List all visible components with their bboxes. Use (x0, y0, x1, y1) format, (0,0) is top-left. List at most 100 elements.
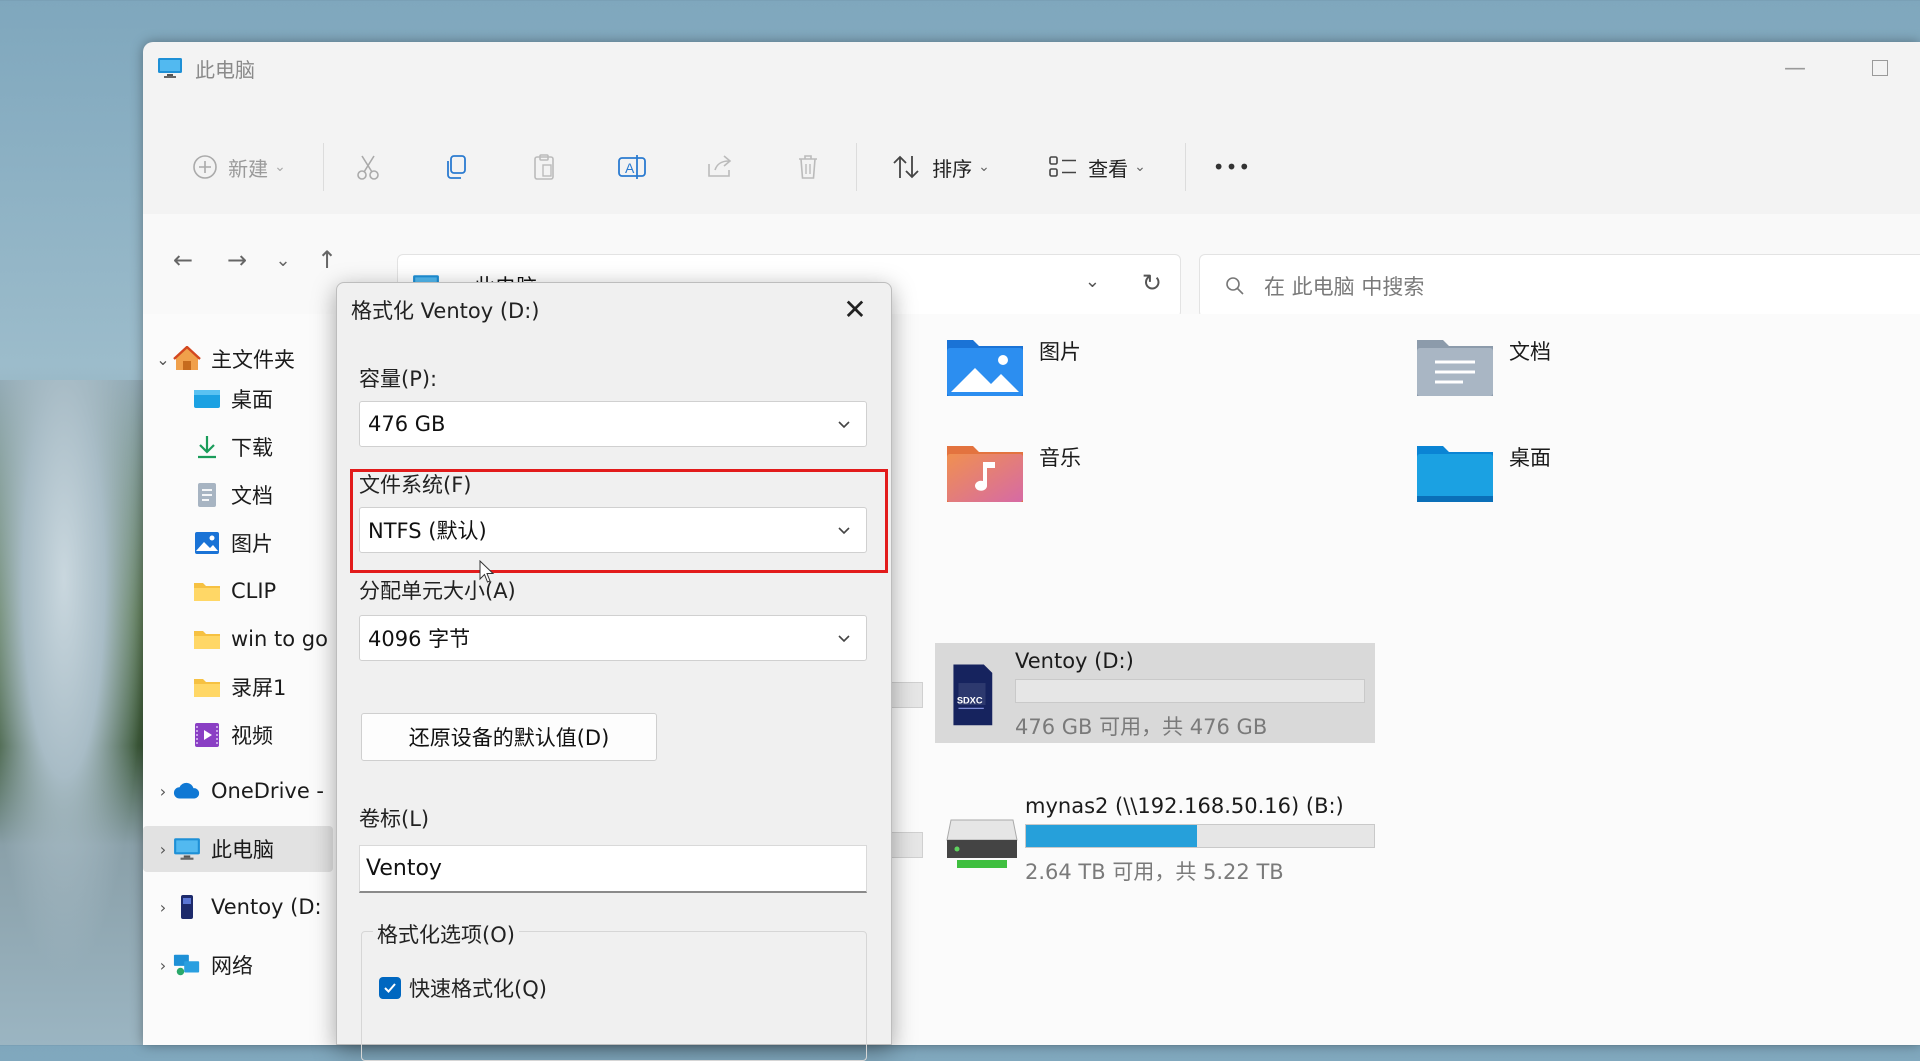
music-folder-icon (947, 446, 1023, 502)
sidebar-item-desktop[interactable]: 桌面 (173, 376, 273, 422)
volume-label-label: 卷标(L) (359, 807, 430, 831)
chevron-right-icon: › (159, 781, 167, 801)
drive-name: mynas2 (\\192.168.50.16) (B:) (1025, 794, 1344, 818)
scissors-icon (357, 155, 379, 180)
sidebar-item-pictures[interactable]: 图片 (173, 520, 273, 566)
allocation-value: 4096 字节 (368, 627, 471, 651)
sidebar-item-label: 录屏1 (231, 676, 287, 700)
arrow-right-icon: → (226, 246, 248, 274)
title-bar: 此电脑 (143, 42, 1920, 94)
computer-icon (173, 835, 201, 863)
chevron-down-icon: ⌄ (156, 349, 170, 369)
minimize-button[interactable]: — (1760, 42, 1830, 94)
video-icon (193, 721, 221, 749)
copy-button[interactable] (436, 139, 476, 195)
arrow-up-icon: ↑ (316, 246, 338, 274)
add-circle-icon (193, 155, 217, 179)
capacity-value: 476 GB (368, 412, 446, 436)
recent-locations-button[interactable]: ⌄ (263, 240, 303, 280)
hidden-drive-bar (891, 682, 923, 708)
search-box[interactable]: 在 此电脑 中搜索 (1199, 254, 1920, 318)
forward-button[interactable]: → (217, 240, 257, 280)
filesystem-highlight-box (350, 469, 888, 573)
drive-usage-bar (1025, 824, 1375, 848)
sidebar-item-recording1[interactable]: 录屏1 (173, 664, 286, 710)
share-button[interactable] (700, 139, 740, 195)
folder-pictures[interactable]: 图片 (945, 334, 1081, 398)
capacity-select[interactable]: 476 GB (359, 401, 867, 447)
volume-label-input[interactable] (359, 845, 867, 893)
back-button[interactable]: ← (163, 240, 203, 280)
folder-label: 图片 (1039, 340, 1081, 364)
folder-desktop[interactable]: 桌面 (1415, 440, 1551, 504)
chevron-down-icon: ⌄ (274, 159, 286, 175)
maximize-icon (1872, 60, 1888, 76)
more-options-button[interactable]: ••• (1210, 139, 1254, 195)
folder-documents[interactable]: 文档 (1415, 334, 1551, 398)
refresh-icon[interactable]: ↻ (1142, 269, 1162, 297)
quick-format-checkbox[interactable] (379, 977, 401, 999)
sort-button[interactable]: 排序 ⌄ (881, 139, 1001, 195)
sidebar-item-label: 视频 (231, 724, 273, 748)
folder-icon (193, 673, 221, 701)
drive-ventoy[interactable]: SDXC Ventoy (D:) 476 GB 可用，共 476 GB (935, 643, 1375, 743)
folder-label: 文档 (1509, 340, 1551, 364)
sidebar-item-ventoy[interactable]: › Ventoy (D: (143, 884, 322, 930)
sidebar-item-this-pc[interactable]: › 此电脑 (143, 826, 333, 872)
chevron-down-icon: ⌄ (275, 249, 291, 271)
drive-mynas2[interactable]: mynas2 (\\192.168.50.16) (B:) 2.64 TB 可用… (945, 794, 1375, 886)
network-icon (173, 951, 201, 979)
sidebar-item-downloads[interactable]: 下载 (173, 424, 273, 470)
sidebar-item-label: CLIP (231, 579, 277, 603)
drive-usage-fill (1026, 825, 1197, 847)
sidebar-item-onedrive[interactable]: › OneDrive - (143, 768, 324, 814)
close-button[interactable]: ✕ (833, 289, 877, 329)
folder-icon (193, 625, 221, 653)
dialog-title: 格式化 Ventoy (D:) (351, 299, 540, 323)
view-icon (1049, 156, 1077, 177)
folder-icon (193, 577, 221, 605)
sidebar-item-label: 此电脑 (211, 838, 274, 862)
capacity-label: 容量(P): (359, 367, 438, 391)
quick-format-option[interactable]: 快速格式化(Q) (379, 973, 547, 1003)
up-button[interactable]: ↑ (307, 240, 347, 280)
copy-icon (447, 155, 466, 179)
sidebar-item-label: 文档 (231, 484, 273, 508)
delete-button[interactable] (788, 139, 828, 195)
restore-defaults-button[interactable]: 还原设备的默认值(D) (361, 713, 657, 761)
sidebar-item-network[interactable]: › 网络 (143, 942, 253, 988)
new-button[interactable]: 新建 ⌄ (179, 139, 299, 195)
sidebar-item-documents[interactable]: 文档 (173, 472, 273, 518)
allocation-select[interactable]: 4096 字节 (359, 615, 867, 661)
toolbar-divider (1185, 143, 1186, 191)
rename-button[interactable]: A (612, 139, 652, 195)
folder-music[interactable]: 音乐 (945, 440, 1081, 504)
sidebar-item-videos[interactable]: 视频 (173, 712, 273, 758)
svg-text:A: A (625, 160, 635, 176)
chevron-right-icon: › (159, 955, 167, 975)
wallpaper-background (0, 380, 160, 1045)
desktop-folder-icon (1417, 446, 1493, 502)
sidebar-item-label: 主文件夹 (211, 348, 295, 372)
computer-icon (158, 58, 182, 78)
pictures-icon (193, 529, 221, 557)
documents-folder-icon (1417, 340, 1493, 396)
rename-icon: A (618, 155, 646, 179)
view-button[interactable]: 查看 ⌄ (1037, 139, 1157, 195)
address-history-chevron-icon[interactable]: ⌄ (1085, 271, 1100, 292)
sidebar-item-clip[interactable]: CLIP (173, 568, 276, 614)
usb-drive-icon (173, 893, 201, 921)
folder-label: 桌面 (1509, 446, 1551, 470)
sidebar-item-win-to-go[interactable]: win to go (173, 616, 328, 662)
sdxc-card-icon: SDXC (953, 664, 993, 726)
paste-button[interactable] (524, 139, 564, 195)
search-placeholder: 在 此电脑 中搜索 (1264, 275, 1425, 299)
chevron-down-icon (838, 635, 850, 643)
chevron-right-icon: › (159, 897, 167, 917)
cut-button[interactable] (348, 139, 388, 195)
trash-icon (799, 155, 817, 179)
sidebar-item-label: 图片 (231, 532, 273, 556)
chevron-down-icon: ⌄ (1134, 159, 1146, 175)
maximize-button[interactable] (1845, 42, 1915, 94)
toolbar-divider (856, 143, 857, 191)
